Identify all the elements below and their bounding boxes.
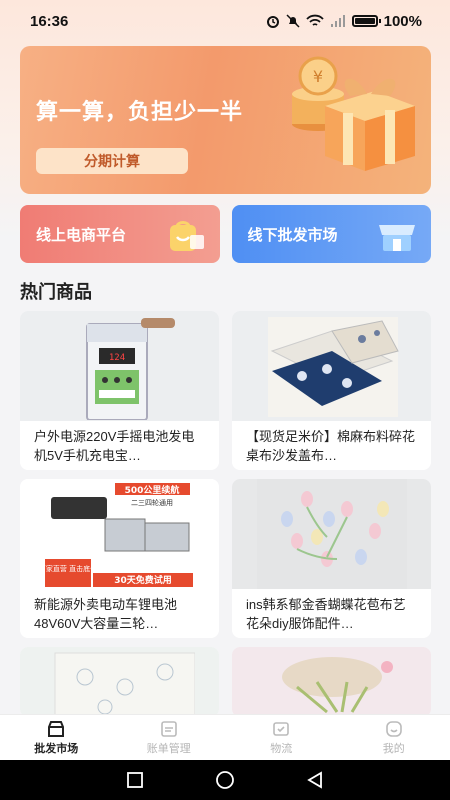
status-bar: 16:36 100% [0,0,450,42]
product-card[interactable]: 【现货足米价】棉麻布料碎花桌布沙发盖布… [232,311,431,470]
tab-label: 批发市场 [34,742,79,755]
home-icon[interactable] [215,770,235,790]
product-grid: 124 户外电源220V手摇电池发电机5V手机充电宝… 【现货足米价】棉麻布料碎… [20,311,431,717]
logistics-icon [273,721,290,736]
product-card[interactable] [232,647,431,717]
tab-logistics[interactable]: 物流 [225,715,338,760]
ad-badge: 厂家直营 直击底价 [45,564,97,573]
product-display-value: 124 [108,353,124,363]
battery-ad-image: 500公里续航 二三四轮通用 厂家直营 直击底价 30天免费试用 [44,479,195,589]
shopping-bag-icon [169,221,204,251]
power-station-image: 124 [85,318,175,420]
product-image [20,647,219,717]
ad-promo: 30天免费试用 [114,574,172,586]
alarm-icon [266,16,279,28]
recent-apps-icon[interactable] [126,771,144,789]
system-navigation-bar [0,760,450,800]
bill-icon [160,720,177,737]
pattern-fabric-image [54,652,195,717]
offline-market-card[interactable]: 线下批发市场 [231,205,431,263]
clock: 16:36 [30,12,69,30]
bouquet-image [281,657,393,714]
tab-bill-management[interactable]: 账单管理 [113,715,226,760]
product-name: ins韩系郁金香蝴蝶花苞布艺花朵diy服饰配件… [246,597,406,631]
tab-label: 物流 [270,742,293,755]
hot-products-title: 热门商品 [20,282,92,302]
installment-banner[interactable]: ¥ 算一算，负担少一半 分期计算 [20,46,431,194]
online-platform-label: 线上电商平台 [36,226,127,244]
installment-calc-button[interactable]: 分期计算 [36,148,188,174]
product-name: 户外电源220V手摇电池发电机5V手机充电宝… [34,429,195,463]
product-image [232,479,431,589]
product-card[interactable]: 500公里续航 二三四轮通用 厂家直营 直击底价 30天免费试用 新能源外卖电动… [20,479,219,638]
wholesale-icon [48,720,65,737]
tab-label: 我的 [382,742,405,755]
gift-box-icon [325,78,415,171]
product-image [232,311,431,421]
product-card[interactable]: 124 户外电源220V手摇电池发电机5V手机充电宝… [20,311,219,470]
tab-profile[interactable]: 我的 [338,715,450,760]
tab-wholesale-market[interactable]: 批发市场 [0,715,113,760]
offline-market-label: 线下批发市场 [247,226,338,244]
profile-icon [385,720,402,737]
ad-headline: 500公里续航 [124,484,179,496]
product-card[interactable] [20,647,219,717]
entry-cards: 线上电商平台 线下批发市场 [20,205,431,263]
mute-icon [286,14,300,28]
wifi-icon [305,14,324,26]
product-name: 新能源外卖电动车锂电池48V60V大容量三轮… [34,597,178,631]
status-icons: 100% [266,13,422,30]
fabric-image [267,317,399,417]
bottom-tab-bar: 批发市场 账单管理 物流 我的 [0,714,450,760]
battery-icon [351,15,381,27]
product-image: 500公里续航 二三四轮通用 厂家直营 直击底价 30天免费试用 [20,479,219,589]
product-name: 【现货足米价】棉麻布料碎花桌布沙发盖布… [246,429,416,463]
ad-subline: 二三四轮通用 [131,498,173,507]
online-platform-card[interactable]: 线上电商平台 [20,205,220,263]
product-image: 124 [20,311,219,421]
flower-accessory-image [256,479,407,589]
signal-icon [330,15,345,27]
back-icon[interactable] [306,771,324,789]
product-card[interactable]: ins韩系郁金香蝴蝶花苞布艺花朵diy服饰配件… [232,479,431,638]
banner-title: 算一算，负担少一半 [36,99,244,124]
product-image [232,647,431,717]
tab-label: 账单管理 [146,742,191,755]
battery-level: 100% [383,12,422,30]
store-icon [379,225,415,251]
